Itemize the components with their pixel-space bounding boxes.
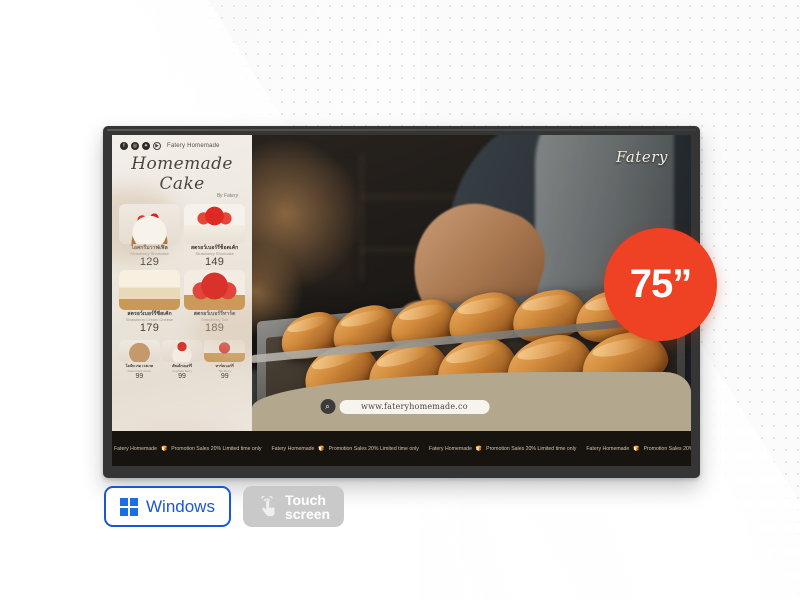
touchscreen-badge[interactable]: Touch screen (242, 486, 345, 527)
windows-badge-label: Windows (146, 496, 215, 516)
ticker-item: Fatery Homemade 🍞 Promotion Sales 20% Li… (271, 446, 418, 452)
ticker-brand: Fatery Homemade (586, 445, 630, 452)
facebook-icon[interactable]: f (120, 142, 128, 150)
shelf-post (360, 154, 364, 281)
instagram-icon[interactable]: ◎ (131, 142, 139, 150)
feature-badges: Windows Touch screen (104, 486, 345, 527)
product-banner: Fatery f ◎ ✦ ▶ Fatery Homemade Homemade … (0, 0, 800, 600)
menu-sidebar: f ◎ ✦ ▶ Fatery Homemade Homemade Cake By… (112, 135, 253, 466)
mini-price: 99 (178, 373, 186, 381)
oven-panel (239, 168, 356, 288)
cake-card[interactable]: สตรอว์เบอร์รี่ช็อตเค้ก Strawberry Shortc… (184, 204, 246, 269)
cake-card[interactable]: สตรอว์เบอร์รี่ชีสเค้ก Strawberry Cream C… (119, 270, 181, 335)
ticker-brand: Fatery Homemade (271, 445, 315, 452)
ticker-brand: Fatery Homemade (428, 445, 472, 452)
twitter-icon[interactable]: ✦ (142, 142, 150, 150)
bread-icon: 🍞 (318, 445, 325, 452)
ticker-message: Promotion Sales 20% Limited time only (486, 445, 577, 452)
ticker-message: Promotion Sales 20% Limited time only (328, 445, 419, 452)
cake-image (184, 204, 246, 244)
search-icon[interactable]: ⌕ (320, 399, 336, 415)
ticker-item: Fatery Homemade 🍞 Promotion Sales 20% Li… (429, 446, 576, 452)
fatery-logo: Fatery (615, 148, 668, 167)
cake-image (119, 270, 181, 311)
ticker-message: Promotion Sales 20% Limited time only (171, 445, 262, 452)
search-bar[interactable]: ⌕ www.fateryhomemade.co (320, 399, 490, 415)
cake-image (184, 270, 246, 311)
ticker-brand: Fatery Homemade (114, 445, 157, 452)
mini-card[interactable]: โดนัท เรด เวลเวท Donut Red Velvet 99 (119, 340, 160, 380)
touchscreen-label-line2: screen (284, 505, 331, 522)
youtube-icon[interactable]: ▶ (153, 142, 161, 150)
bread-icon: 🍞 (633, 445, 640, 452)
mini-image (119, 340, 160, 363)
bread-icon: 🍞 (475, 445, 483, 452)
sidebar-brand-label: Fatery Homemade (167, 143, 220, 149)
cake-image (119, 204, 181, 244)
monitor-screen: Fatery f ◎ ✦ ▶ Fatery Homemade Homemade … (112, 135, 691, 466)
mini-price: 99 (220, 373, 229, 381)
ticker-item: Fatery Homemade 🍞 Promotion Sales 20% Li… (114, 446, 261, 452)
touchscreen-badge-label: Touch screen (285, 493, 330, 521)
ticker-message: Promotion Sales 20% Limited time only (643, 445, 691, 452)
size-badge: 75” (604, 228, 717, 341)
mini-price: 99 (135, 373, 144, 381)
ticker-item: Fatery Homemade 🍞 Promotion Sales 20% Li… (586, 446, 691, 452)
website-url[interactable]: www.fateryhomemade.co (339, 399, 490, 414)
windows-badge[interactable]: Windows (104, 486, 231, 527)
bread-icon: 🍞 (160, 445, 168, 452)
social-row: f ◎ ✦ ▶ Fatery Homemade (112, 135, 252, 150)
touch-hand-icon (257, 493, 277, 518)
promo-ticker: Fatery Homemade 🍞 Promotion Sales 20% Li… (112, 431, 691, 466)
mini-card[interactable]: คัพเค้กเบอร์รี่ Cupcake Berry 99 (161, 340, 203, 381)
windows-logo-icon (120, 497, 138, 516)
cake-price: 149 (204, 256, 225, 269)
cake-price: 179 (139, 322, 160, 335)
